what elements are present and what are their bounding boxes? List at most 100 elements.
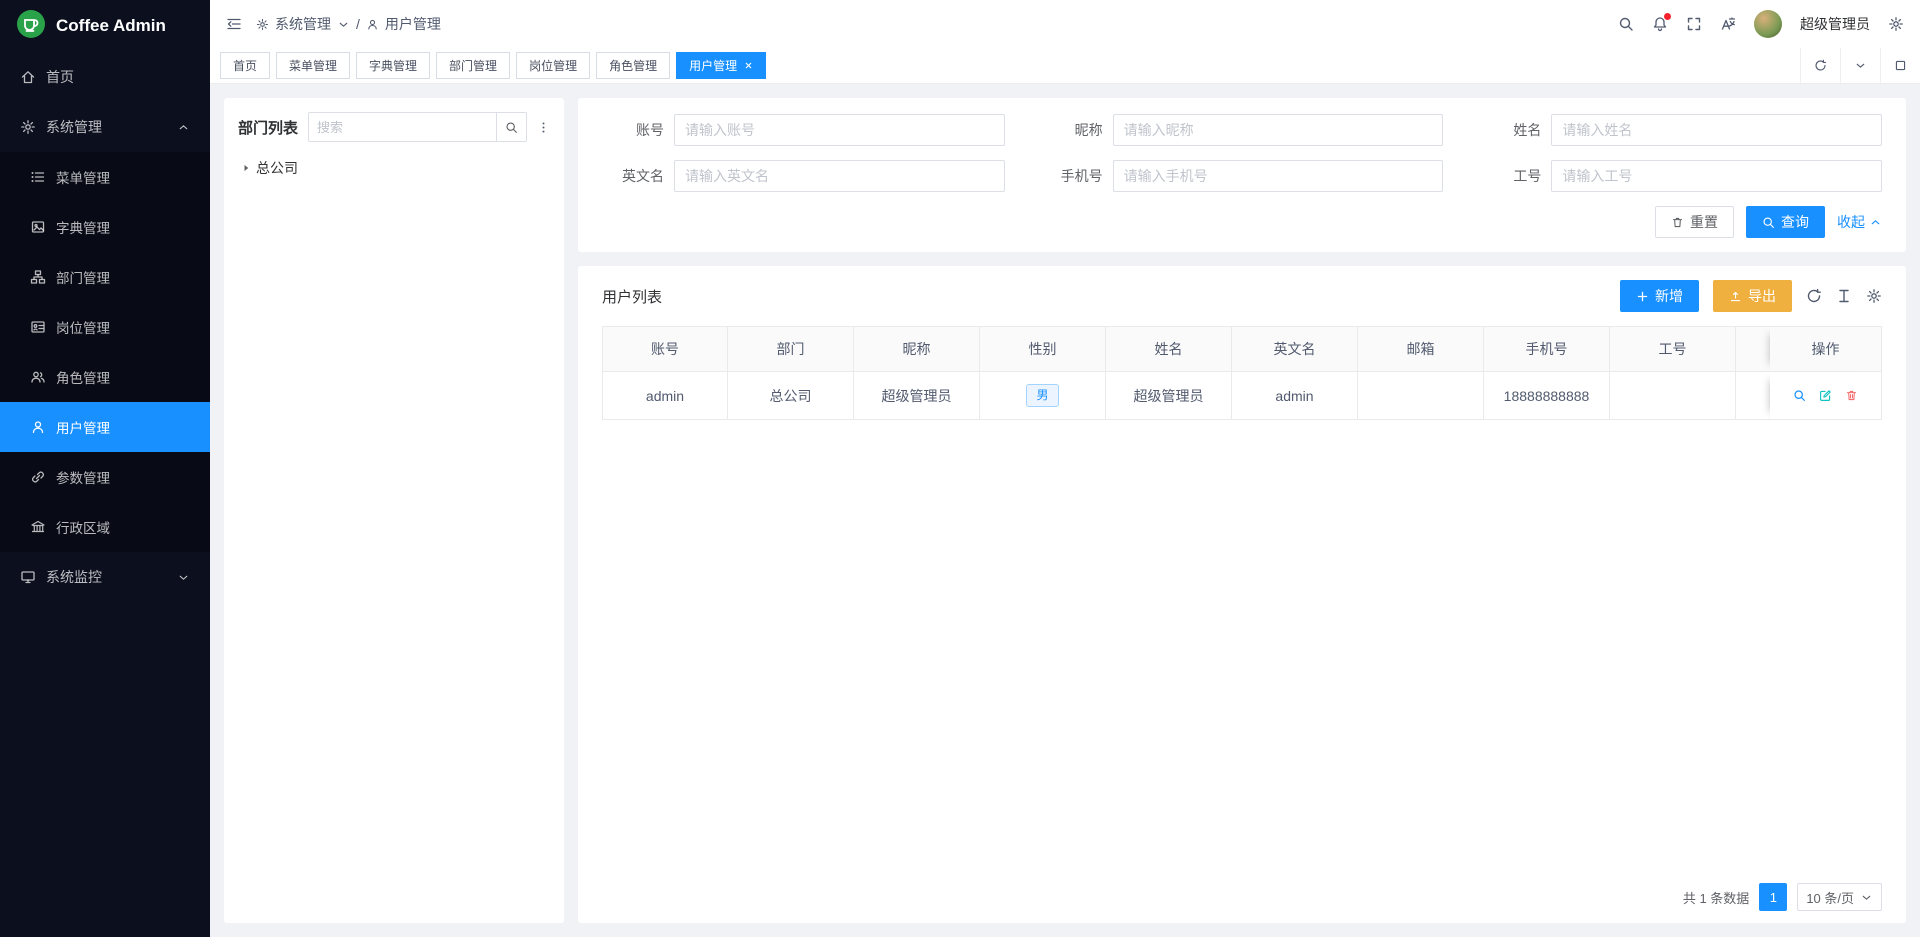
account-input[interactable] (674, 114, 1005, 146)
current-username[interactable]: 超级管理员 (1800, 14, 1870, 34)
tab-label: 角色管理 (609, 57, 657, 74)
phone-input[interactable] (1113, 160, 1444, 192)
cell-work-no (1610, 372, 1736, 420)
sidebar-item-label: 菜单管理 (56, 167, 110, 187)
page-content: 部门列表 总公司 (210, 84, 1920, 937)
sidebar-item-label: 部门管理 (56, 267, 110, 287)
refresh-tab-button[interactable] (1800, 48, 1840, 83)
tab-user-mgmt[interactable]: 用户管理 (676, 52, 766, 79)
tab-menu-mgmt[interactable]: 菜单管理 (276, 52, 350, 79)
sidebar-menu: 首页 系统管理 菜单管理 字典管理 部门管理 (0, 52, 210, 602)
language-switch-button[interactable] (1720, 16, 1736, 32)
search-icon (505, 121, 518, 134)
settings-button[interactable] (1888, 16, 1904, 32)
table-row[interactable]: admin 总公司 超级管理员 男 超级管理员 admin 1888888888… (602, 372, 1882, 420)
chevron-up-icon (177, 121, 190, 134)
list-icon (30, 169, 46, 185)
tab-role-mgmt[interactable]: 角色管理 (596, 52, 670, 79)
search-icon (1618, 16, 1634, 32)
global-search-button[interactable] (1618, 16, 1634, 32)
tab-post-mgmt[interactable]: 岗位管理 (516, 52, 590, 79)
delete-user-button[interactable] (1845, 389, 1858, 402)
sidebar-item-menu-mgmt[interactable]: 菜单管理 (0, 152, 210, 202)
app-logo[interactable]: Coffee Admin (0, 0, 210, 52)
menu-fold-icon (226, 16, 242, 32)
reset-label: 重置 (1690, 212, 1718, 232)
sidebar-item-role-mgmt[interactable]: 角色管理 (0, 352, 210, 402)
department-search-input[interactable] (309, 120, 496, 135)
sidebar-item-label: 用户管理 (56, 417, 110, 437)
field-label: 工号 (1479, 166, 1551, 186)
users-icon (30, 369, 46, 385)
sidebar-item-user-mgmt[interactable]: 用户管理 (0, 402, 210, 452)
tab-label: 首页 (233, 57, 257, 74)
query-button[interactable]: 查询 (1746, 206, 1825, 238)
cell-nickname: 超级管理员 (854, 372, 980, 420)
tab-home[interactable]: 首页 (220, 52, 270, 79)
sidebar-item-dept-mgmt[interactable]: 部门管理 (0, 252, 210, 302)
col-phone: 手机号 (1484, 326, 1610, 372)
field-nickname: 昵称 (1041, 114, 1444, 146)
fullscreen-button[interactable] (1686, 16, 1702, 32)
sidebar-item-dict-mgmt[interactable]: 字典管理 (0, 202, 210, 252)
gear-icon (256, 18, 269, 31)
nickname-input[interactable] (1113, 114, 1444, 146)
gender-tag: 男 (1026, 384, 1058, 407)
collapse-filter-button[interactable]: 收起 (1837, 212, 1882, 232)
query-label: 查询 (1781, 212, 1809, 232)
department-more-button[interactable] (537, 121, 550, 134)
department-search-button[interactable] (496, 113, 526, 141)
maximize-icon (1894, 59, 1907, 72)
view-user-button[interactable] (1793, 389, 1806, 402)
close-icon[interactable] (744, 61, 753, 70)
sidebar: Coffee Admin 首页 系统管理 菜单管理 字典管理 (0, 0, 210, 937)
english-name-input[interactable] (674, 160, 1005, 192)
cell-english-name: admin (1232, 372, 1358, 420)
sidebar-collapse-button[interactable] (226, 16, 242, 32)
export-button[interactable]: 导出 (1713, 280, 1792, 312)
gear-icon (1866, 288, 1882, 304)
department-panel-header: 部门列表 (238, 112, 550, 142)
table-scroll-area[interactable]: 账号 部门 昵称 性别 姓名 英文名 邮箱 手机号 工号 生日 (602, 326, 1882, 873)
top-header: 系统管理 / 用户管理 (210, 0, 1920, 48)
translate-icon (1720, 16, 1736, 32)
breadcrumb-section[interactable]: 系统管理 (275, 14, 331, 34)
edit-user-button[interactable] (1819, 389, 1832, 402)
table-refresh-button[interactable] (1806, 288, 1822, 304)
sidebar-item-system-mgmt[interactable]: 系统管理 (0, 102, 210, 152)
page-number-button[interactable]: 1 (1759, 883, 1787, 911)
field-account: 账号 (602, 114, 1005, 146)
sidebar-item-system-monitor[interactable]: 系统监控 (0, 552, 210, 602)
breadcrumb-page[interactable]: 用户管理 (385, 14, 441, 34)
sidebar-item-post-mgmt[interactable]: 岗位管理 (0, 302, 210, 352)
collapse-label: 收起 (1837, 212, 1865, 232)
user-icon (366, 18, 379, 31)
total-count: 共 1 条数据 (1683, 888, 1749, 907)
sidebar-item-home[interactable]: 首页 (0, 52, 210, 102)
chevron-up-icon (1869, 216, 1882, 229)
reset-button[interactable]: 重置 (1655, 206, 1734, 238)
sidebar-item-param-mgmt[interactable]: 参数管理 (0, 452, 210, 502)
column-settings-button[interactable] (1836, 288, 1852, 304)
work-no-input[interactable] (1551, 160, 1882, 192)
add-user-button[interactable]: 新增 (1620, 280, 1699, 312)
tree-node-head-office[interactable]: 总公司 (238, 154, 550, 182)
table-toolbar: 新增 导出 (1620, 280, 1882, 312)
sidebar-item-label: 字典管理 (56, 217, 110, 237)
tab-dept-mgmt[interactable]: 部门管理 (436, 52, 510, 79)
content-maximize-button[interactable] (1880, 48, 1920, 83)
page-size-select[interactable]: 10 条/页 (1797, 883, 1882, 911)
sidebar-item-admin-region[interactable]: 行政区域 (0, 502, 210, 552)
user-avatar[interactable] (1754, 10, 1782, 38)
notifications-button[interactable] (1652, 16, 1668, 32)
cell-account: admin (602, 372, 728, 420)
col-department: 部门 (728, 326, 854, 372)
cell-email (1358, 372, 1484, 420)
tab-options-button[interactable] (1840, 48, 1880, 83)
trash-icon (1845, 389, 1858, 402)
table-config-button[interactable] (1866, 288, 1882, 304)
tab-controls (1800, 48, 1920, 83)
sidebar-item-label: 岗位管理 (56, 317, 110, 337)
name-input[interactable] (1551, 114, 1882, 146)
tab-dict-mgmt[interactable]: 字典管理 (356, 52, 430, 79)
